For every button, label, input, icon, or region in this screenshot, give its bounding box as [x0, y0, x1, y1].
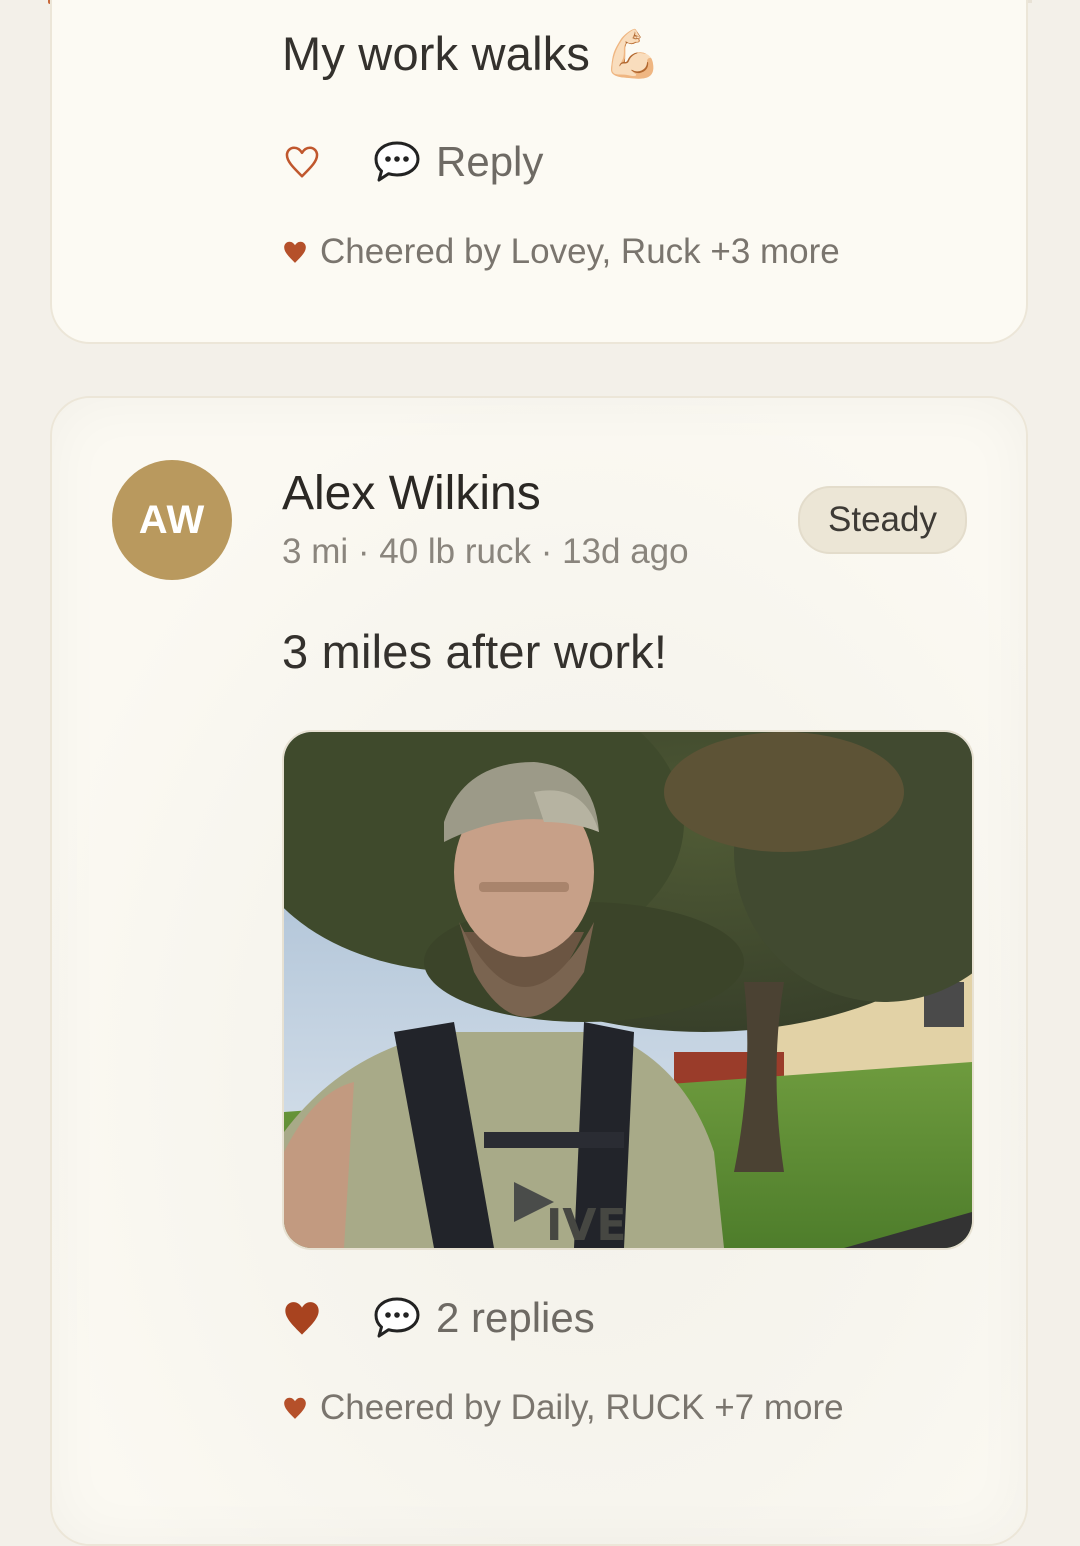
- post-text: 3 miles after work!: [282, 625, 668, 678]
- cheers-text: Cheered by Lovey, Ruck +3 more: [320, 232, 840, 271]
- cheers-text: Cheered by Daily, RUCK +7 more: [320, 1388, 844, 1427]
- feed-post-card: My work walks 💪🏻 Reply Cheered by Lovey,…: [50, 0, 1028, 344]
- reply-button[interactable]: Reply: [372, 138, 543, 186]
- cheers-summary[interactable]: Cheered by Lovey, Ruck +3 more: [282, 232, 840, 272]
- post-actions: 2 replies: [282, 1294, 595, 1342]
- like-button[interactable]: [282, 142, 322, 182]
- cheers-summary[interactable]: Cheered by Daily, RUCK +7 more: [282, 1388, 844, 1428]
- post-meta: 3 mi · 40 lb ruck · 13d ago: [282, 532, 689, 571]
- like-button[interactable]: [282, 1298, 322, 1338]
- post-actions: Reply: [282, 138, 543, 186]
- heart-filled-icon: [285, 1302, 319, 1335]
- selfie-photo-illustration: IVE: [284, 732, 972, 1248]
- author-name[interactable]: Alex Wilkins: [282, 466, 541, 521]
- heart-icon: [284, 1397, 306, 1419]
- feed-post-card: AW Alex Wilkins 3 mi · 40 lb ruck · 13d …: [50, 396, 1028, 1546]
- post-text: My work walks 💪🏻: [282, 27, 663, 80]
- replies-button[interactable]: 2 replies: [372, 1294, 595, 1342]
- replies-label: 2 replies: [436, 1294, 595, 1341]
- speech-bubble-icon: [374, 141, 420, 182]
- shirt-print: IVE: [546, 1200, 626, 1248]
- heart-outline-icon: [285, 146, 319, 178]
- status-badge: Steady: [798, 486, 967, 554]
- heart-icon: [284, 241, 306, 263]
- reply-label: Reply: [436, 138, 544, 185]
- speech-bubble-icon: [374, 1297, 420, 1338]
- post-photo[interactable]: IVE: [282, 730, 974, 1250]
- avatar[interactable]: AW: [112, 460, 232, 580]
